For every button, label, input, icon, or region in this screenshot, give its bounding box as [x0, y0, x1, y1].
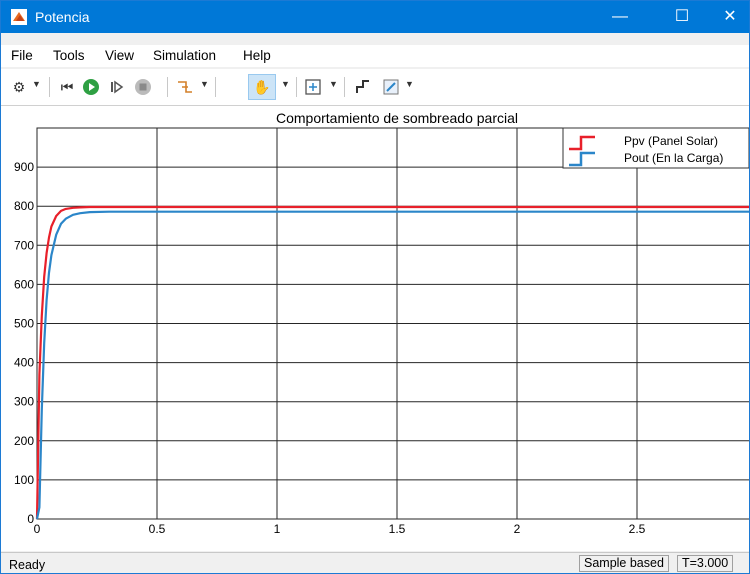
- y-tick-label: 600: [14, 277, 34, 291]
- signal-select-icon[interactable]: [175, 77, 195, 97]
- maximize-icon: ☐: [674, 8, 690, 25]
- x-tick-label: 2: [514, 522, 521, 536]
- pan-icon: ✋: [253, 79, 271, 95]
- sample-mode-indicator: Sample based: [579, 555, 669, 572]
- gear-icon[interactable]: ⚙: [9, 77, 29, 97]
- stop-icon[interactable]: [133, 77, 153, 97]
- run-icon[interactable]: [81, 77, 101, 97]
- chevron-down-icon[interactable]: ▼: [32, 79, 41, 89]
- time-indicator: T=3.000: [677, 555, 734, 572]
- title-bar[interactable]: Potencia — ☐ ✕: [1, 1, 749, 33]
- x-tick-label: 1: [274, 522, 281, 536]
- rewind-icon[interactable]: ⏮: [57, 77, 77, 97]
- toolbar-divider: [49, 77, 50, 97]
- y-tick-label: 100: [14, 473, 34, 487]
- scope-window: Potencia — ☐ ✕ File Tools View Simulatio…: [0, 0, 750, 574]
- toolbar-divider: [344, 77, 345, 97]
- chevron-down-icon[interactable]: ▼: [281, 79, 290, 89]
- x-tick-label: 0: [34, 522, 41, 536]
- y-tick-label: 800: [14, 199, 34, 213]
- toolbar-divider: [167, 77, 168, 97]
- maximize-button[interactable]: ☐: [659, 1, 705, 33]
- pan-button[interactable]: ✋: [248, 74, 276, 100]
- y-tick-label: 400: [14, 356, 34, 370]
- toolbar-divider: [296, 77, 297, 97]
- x-tick-label: 0.5: [149, 522, 166, 536]
- menu-file[interactable]: File: [11, 48, 33, 63]
- status-bar: Ready Sample based T=3.000: [1, 552, 749, 573]
- x-tick-label: 1.5: [389, 522, 406, 536]
- y-tick-label: 200: [14, 434, 34, 448]
- y-tick-label: 300: [14, 395, 34, 409]
- step-forward-icon[interactable]: [107, 77, 127, 97]
- x-tick-label: 2.5: [629, 522, 646, 536]
- legend[interactable]: Ppv (Panel Solar) Pout (En la Carga): [562, 127, 749, 169]
- minimize-icon: —: [612, 8, 628, 25]
- menu-simulation[interactable]: Simulation: [153, 48, 216, 63]
- minimize-button[interactable]: —: [597, 1, 643, 33]
- chevron-down-icon[interactable]: ▼: [405, 79, 414, 89]
- status-text: Ready: [9, 558, 46, 572]
- y-tick-label: 0: [27, 512, 34, 526]
- window-title: Potencia: [35, 9, 90, 25]
- menu-help[interactable]: Help: [243, 48, 271, 63]
- close-icon: ✕: [723, 8, 737, 25]
- y-tick-label: 500: [14, 317, 34, 331]
- scope-chart[interactable]: 0 0.5 1 1.5 2 2.5 0 100 200 300 400 500 600 700 800 900…: [1, 106, 749, 551]
- cursor-measure-icon[interactable]: [353, 77, 373, 97]
- menu-view[interactable]: View: [105, 48, 134, 63]
- legend-label-pout: Pout (En la Carga): [624, 151, 723, 165]
- chart-title: Comportamiento de sombreado parcial: [276, 110, 518, 126]
- edit-style-icon[interactable]: [381, 77, 401, 97]
- matlab-logo-icon: [11, 9, 27, 25]
- legend-label-ppv: Ppv (Panel Solar): [624, 134, 718, 148]
- menu-tools[interactable]: Tools: [53, 48, 85, 63]
- close-button[interactable]: ✕: [707, 1, 749, 33]
- y-tick-label: 700: [14, 238, 34, 252]
- chevron-down-icon[interactable]: ▼: [329, 79, 338, 89]
- toolbar: ⚙ ▼ ⏮ ▼ ✋ ▼ ▼ ▼: [1, 69, 749, 106]
- toolbar-divider: [215, 77, 216, 97]
- y-tick-label: 900: [14, 160, 34, 174]
- scope-plot-area[interactable]: 0 0.5 1 1.5 2 2.5 0 100 200 300 400 500 600 700 800 900…: [1, 106, 749, 551]
- zoom-fit-icon[interactable]: [303, 77, 323, 97]
- chevron-down-icon[interactable]: ▼: [200, 79, 209, 89]
- menu-bar: File Tools View Simulation Help: [1, 45, 749, 67]
